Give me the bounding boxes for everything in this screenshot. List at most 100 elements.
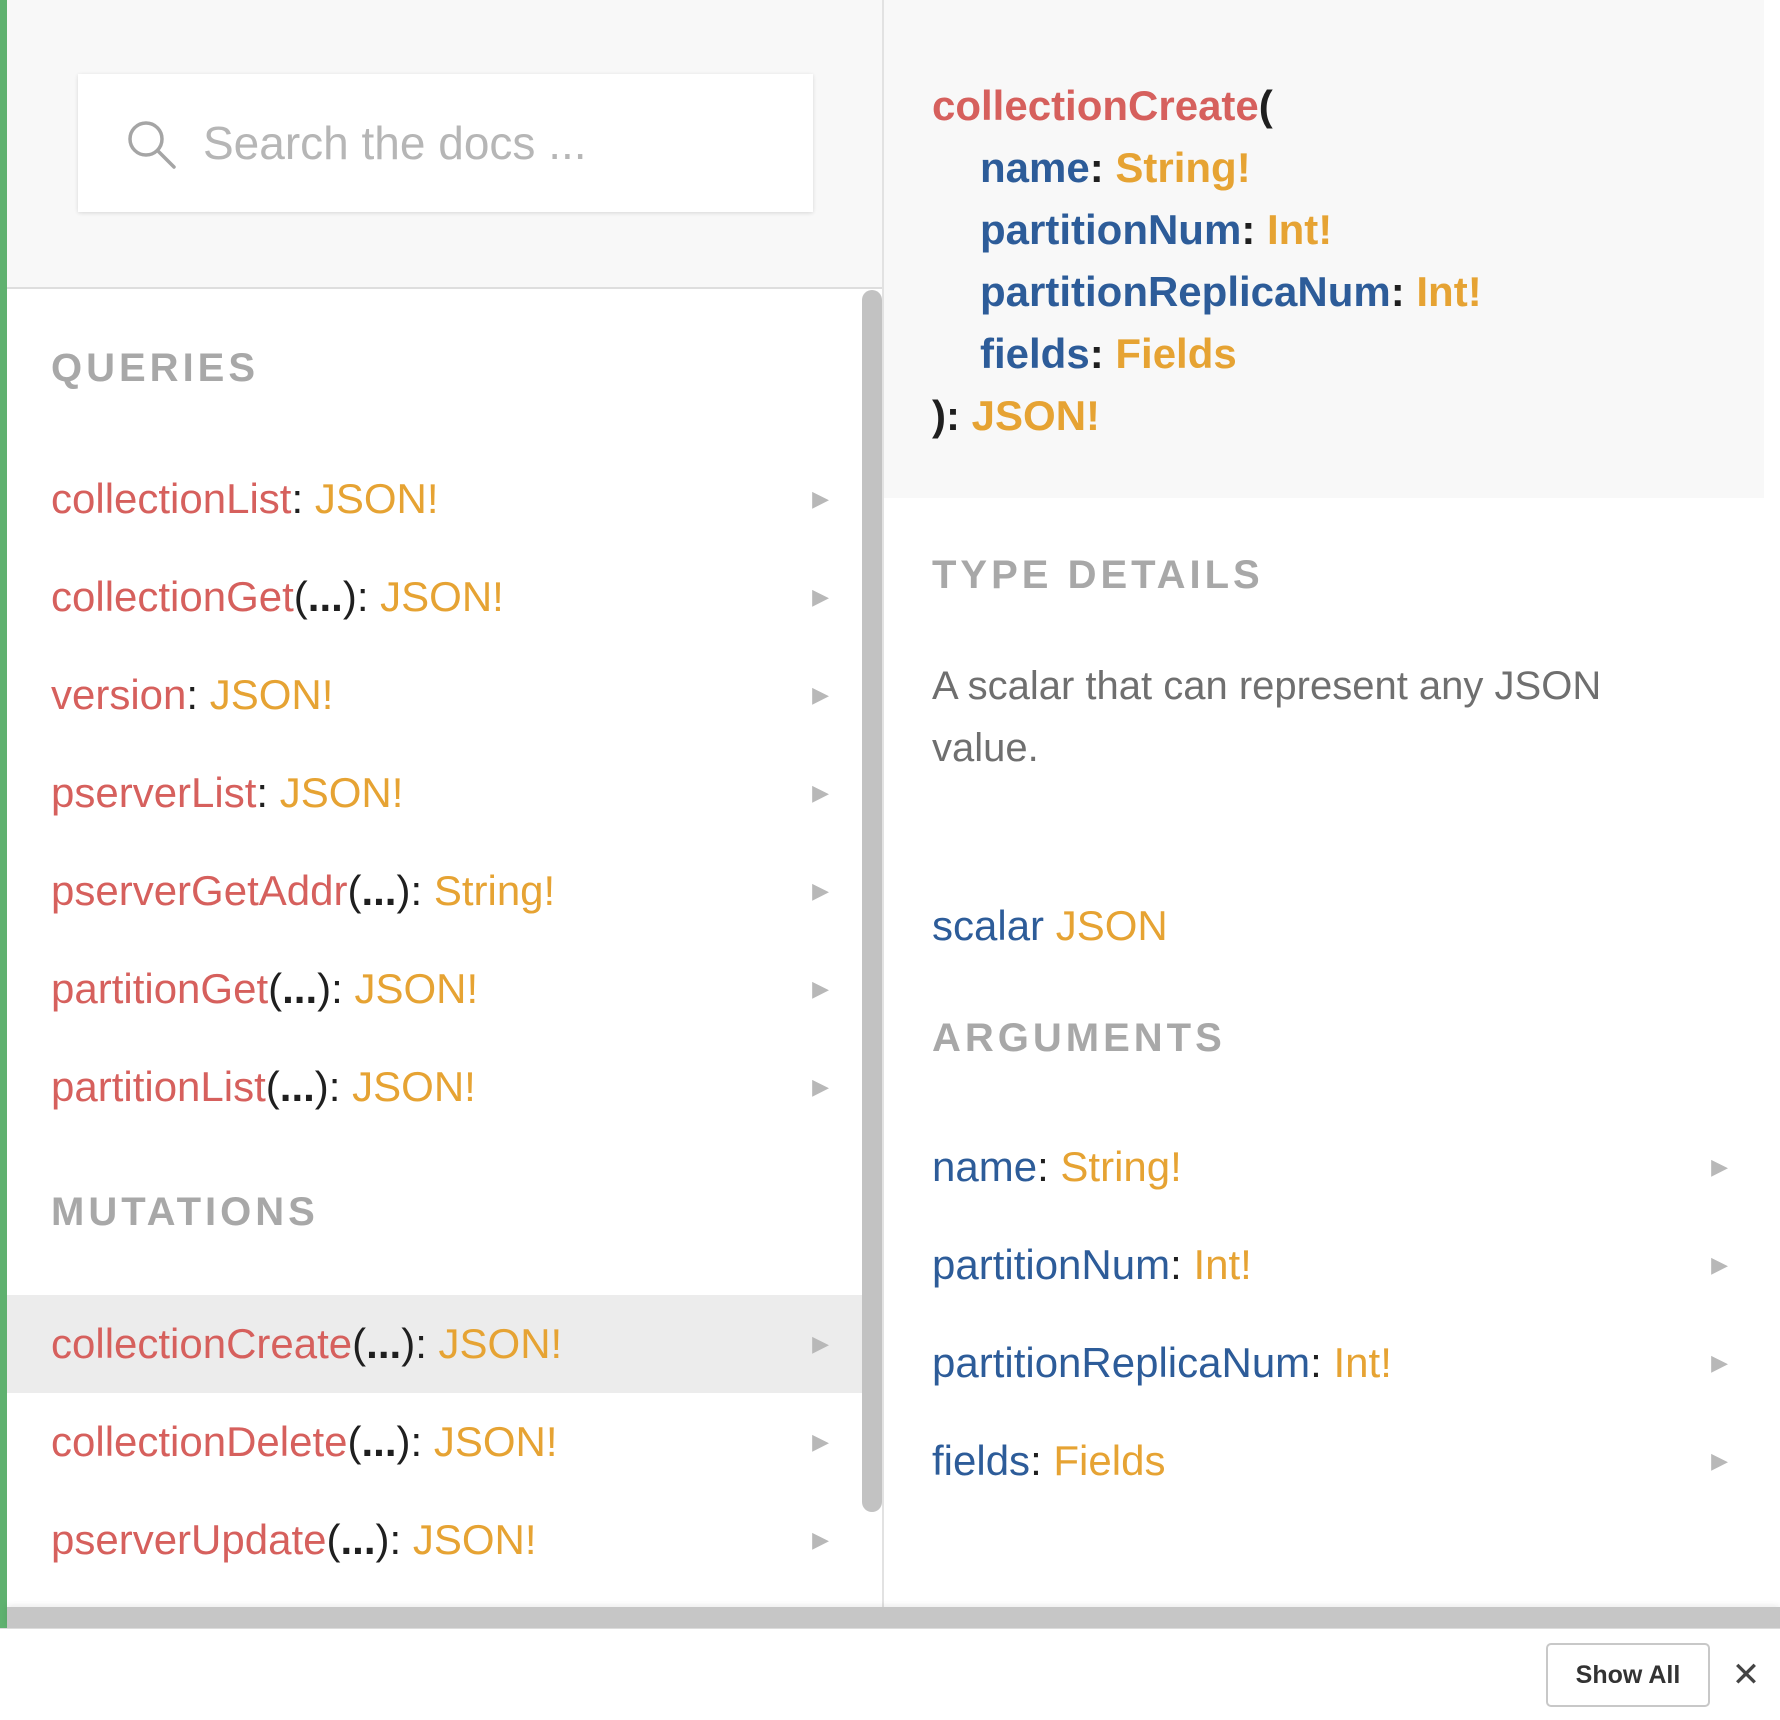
field-type[interactable]: JSON! (434, 1418, 558, 1465)
signature-arg-line: partitionReplicaNum: Int! (980, 268, 1482, 316)
field-type[interactable]: JSON! (439, 1320, 563, 1367)
show-all-button[interactable]: Show All (1546, 1643, 1710, 1707)
chevron-right-icon: ▶ (1711, 1252, 1728, 1277)
argument-type[interactable]: Int! (1193, 1241, 1251, 1288)
chevron-right-icon: ▶ (812, 780, 829, 805)
field-name[interactable]: pserverGetAddr (51, 867, 347, 914)
open-paren: ( (352, 1320, 367, 1367)
search-input[interactable] (203, 112, 783, 174)
field-name[interactable]: collectionDelete (51, 1418, 348, 1465)
doc-field-row[interactable]: pserverUpdate(...): JSON! ▶ (7, 1491, 862, 1589)
field-name[interactable]: version (51, 671, 186, 718)
doc-field-row[interactable]: version: JSON! ▶ (7, 646, 862, 744)
signature-tail: ): JSON! (932, 392, 1100, 440)
doc-field-row[interactable]: collectionList: JSON! ▶ (7, 450, 862, 548)
colon: : (389, 1516, 402, 1563)
colon: : (1089, 144, 1104, 191)
doc-field-text: pserverList: JSON! (51, 744, 403, 842)
field-args: ... (307, 573, 343, 620)
argument-name[interactable]: partitionNum (932, 1241, 1170, 1288)
signature-arg-type[interactable]: Fields (1115, 330, 1236, 377)
signature-arg-name[interactable]: name (980, 144, 1090, 191)
field-name[interactable]: collectionCreate (51, 1320, 352, 1367)
field-name[interactable]: partitionGet (51, 965, 268, 1012)
close-icon[interactable]: ✕ (1730, 1655, 1762, 1695)
signature-arg-line: name: String! (980, 144, 1251, 192)
doc-field-text: version: JSON! (51, 646, 333, 744)
signature-arg-type[interactable]: Int! (1267, 206, 1332, 253)
field-type[interactable]: JSON! (354, 965, 478, 1012)
argument-type[interactable]: Int! (1334, 1339, 1392, 1386)
doc-field-text: partitionList(...): JSON! (51, 1038, 476, 1136)
doc-field-text: pserverGetAddr(...): String! (51, 842, 555, 940)
field-type[interactable]: JSON! (413, 1516, 537, 1563)
field-type[interactable]: JSON! (210, 671, 334, 718)
horizontal-scrollbar[interactable] (7, 1607, 1780, 1628)
chevron-right-icon: ▶ (812, 1331, 829, 1356)
argument-name[interactable]: partitionReplicaNum (932, 1339, 1310, 1386)
argument-type[interactable]: String! (1060, 1143, 1181, 1190)
scalar-keyword: scalar (932, 902, 1045, 949)
argument-row[interactable]: partitionNum: Int! ▶ (884, 1216, 1764, 1314)
signature-arg-name[interactable]: fields (980, 330, 1090, 377)
field-name[interactable]: collectionGet (51, 573, 294, 620)
argument-type[interactable]: Fields (1053, 1437, 1165, 1484)
field-name[interactable]: pserverUpdate (51, 1516, 326, 1563)
search-box[interactable] (78, 74, 813, 212)
field-type[interactable]: JSON! (280, 769, 404, 816)
colon: : (410, 867, 423, 914)
colon: : (1170, 1241, 1182, 1288)
chevron-right-icon: ▶ (1711, 1350, 1728, 1375)
doc-field-row[interactable]: pserverGetAddr(...): String! ▶ (7, 842, 862, 940)
field-name[interactable]: collectionList (51, 475, 291, 522)
doc-field-row[interactable]: collectionGet(...): JSON! ▶ (7, 548, 862, 646)
argument-name[interactable]: fields (932, 1437, 1030, 1484)
doc-field-row[interactable]: pserverList: JSON! ▶ (7, 744, 862, 842)
argument-row[interactable]: fields: Fields ▶ (884, 1412, 1764, 1510)
doc-field-row[interactable]: partitionList(...): JSON! ▶ (7, 1038, 862, 1136)
colon: : (415, 1320, 427, 1367)
doc-field-row[interactable]: partitionGet(...): JSON! ▶ (7, 940, 862, 1038)
signature-arg-type[interactable]: String! (1115, 144, 1250, 191)
signature-close: ): (932, 392, 960, 439)
signature-arg-line: fields: Fields (980, 330, 1237, 378)
colon: : (1241, 206, 1256, 253)
argument-row[interactable]: name: String! ▶ (884, 1118, 1764, 1216)
field-args: ... (366, 1320, 402, 1367)
scalar-definition: scalar JSON (932, 902, 1168, 950)
signature-return-type[interactable]: JSON! (972, 392, 1100, 439)
chevron-right-icon: ▶ (812, 486, 829, 511)
queries-heading: QUERIES (51, 346, 260, 390)
vertical-scrollbar[interactable] (862, 290, 882, 1512)
doc-field-row[interactable]: collectionDelete(...): JSON! ▶ (7, 1393, 862, 1491)
doc-field-row[interactable]: collectionCreate(...): JSON! ▶ (7, 1295, 862, 1393)
chevron-right-icon: ▶ (812, 1527, 829, 1552)
signature-open-paren: ( (1258, 82, 1273, 129)
field-name[interactable]: partitionList (51, 1063, 266, 1110)
field-type[interactable]: JSON! (315, 475, 439, 522)
field-type[interactable]: String! (434, 867, 555, 914)
argument-text: fields: Fields (932, 1412, 1165, 1510)
signature-arg-type[interactable]: Int! (1416, 268, 1481, 315)
open-paren: ( (293, 573, 308, 620)
search-area (7, 0, 882, 289)
signature-block: collectionCreate( name: String! partition… (884, 0, 1764, 498)
colon: : (356, 573, 369, 620)
signature-arg-name[interactable]: partitionReplicaNum (980, 268, 1391, 315)
colon: : (328, 1063, 341, 1110)
chevron-right-icon: ▶ (1711, 1154, 1728, 1179)
colon: : (291, 475, 304, 522)
argument-name[interactable]: name (932, 1143, 1037, 1190)
field-name[interactable]: pserverList (51, 769, 256, 816)
field-args: ... (282, 965, 318, 1012)
field-args: ... (361, 867, 397, 914)
close-paren: ) (314, 1063, 329, 1110)
close-paren: ) (375, 1516, 390, 1563)
signature-arg-name[interactable]: partitionNum (980, 206, 1241, 253)
argument-row[interactable]: partitionReplicaNum: Int! ▶ (884, 1314, 1764, 1412)
field-type[interactable]: JSON! (352, 1063, 476, 1110)
mutations-heading: MUTATIONS (51, 1190, 319, 1234)
field-type[interactable]: JSON! (380, 573, 504, 620)
scalar-name: JSON (1055, 902, 1168, 949)
colon: : (1310, 1339, 1322, 1386)
